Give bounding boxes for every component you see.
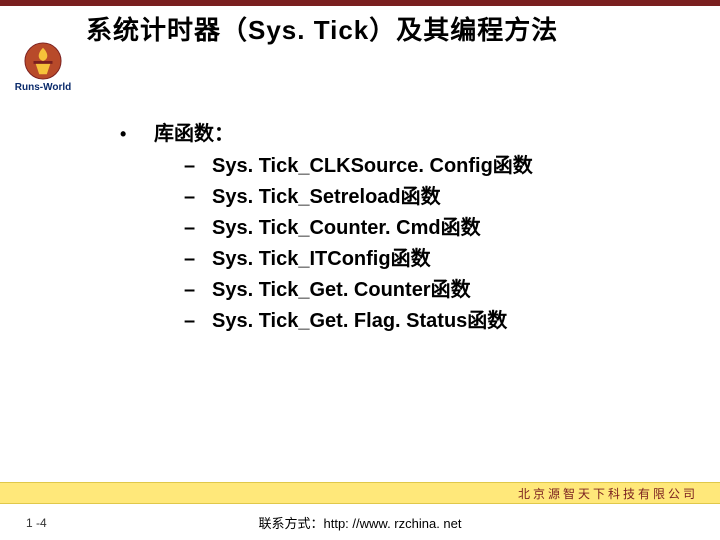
list-item: – Sys. Tick_Setreload函数 bbox=[184, 183, 680, 211]
company-band: 北京源智天下科技有限公司 bbox=[0, 482, 720, 504]
list-item-text: Sys. Tick_ITConfig函数 bbox=[212, 245, 431, 273]
dash-marker: – bbox=[184, 276, 198, 304]
list-item-text: Sys. Tick_Setreload函数 bbox=[212, 183, 441, 211]
slide-title: 系统计时器（Sys. Tick）及其编程方法 bbox=[86, 10, 700, 47]
sublist: – Sys. Tick_CLKSource. Config函数 – Sys. T… bbox=[184, 152, 680, 335]
content-area: • 库函数： – Sys. Tick_CLKSource. Config函数 –… bbox=[120, 120, 680, 338]
dash-marker: – bbox=[184, 245, 198, 273]
dash-marker: – bbox=[184, 152, 198, 180]
list-item: – Sys. Tick_CLKSource. Config函数 bbox=[184, 152, 680, 180]
dash-marker: – bbox=[184, 214, 198, 242]
list-item-text: Sys. Tick_CLKSource. Config函数 bbox=[212, 152, 533, 180]
list-item-text: Sys. Tick_Get. Flag. Status函数 bbox=[212, 307, 507, 335]
company-name: 北京源智天下科技有限公司 bbox=[518, 485, 698, 502]
list-item: – Sys. Tick_Counter. Cmd函数 bbox=[184, 214, 680, 242]
list-item: – Sys. Tick_Get. Counter函数 bbox=[184, 276, 680, 304]
logo-text: Runs-World bbox=[6, 82, 80, 93]
logo: Runs-World bbox=[6, 42, 80, 93]
list-item-text: Sys. Tick_Counter. Cmd函数 bbox=[212, 214, 481, 242]
logo-icon bbox=[24, 42, 62, 80]
bullet-marker: • bbox=[120, 120, 130, 148]
bullet-row: • 库函数： bbox=[120, 120, 680, 148]
contact-info: 联系方式：http: //www. rzchina. net bbox=[0, 513, 720, 532]
top-accent-bar bbox=[0, 0, 720, 6]
list-item-text: Sys. Tick_Get. Counter函数 bbox=[212, 276, 471, 304]
bullet-label: 库函数： bbox=[154, 120, 234, 148]
dash-marker: – bbox=[184, 307, 198, 335]
list-item: – Sys. Tick_ITConfig函数 bbox=[184, 245, 680, 273]
footer: 1 -4 联系方式：http: //www. rzchina. net bbox=[0, 504, 720, 540]
list-item: – Sys. Tick_Get. Flag. Status函数 bbox=[184, 307, 680, 335]
page-number: 1 -4 bbox=[26, 516, 47, 530]
dash-marker: – bbox=[184, 183, 198, 211]
slide: 系统计时器（Sys. Tick）及其编程方法 Runs-World • 库函数：… bbox=[0, 0, 720, 540]
